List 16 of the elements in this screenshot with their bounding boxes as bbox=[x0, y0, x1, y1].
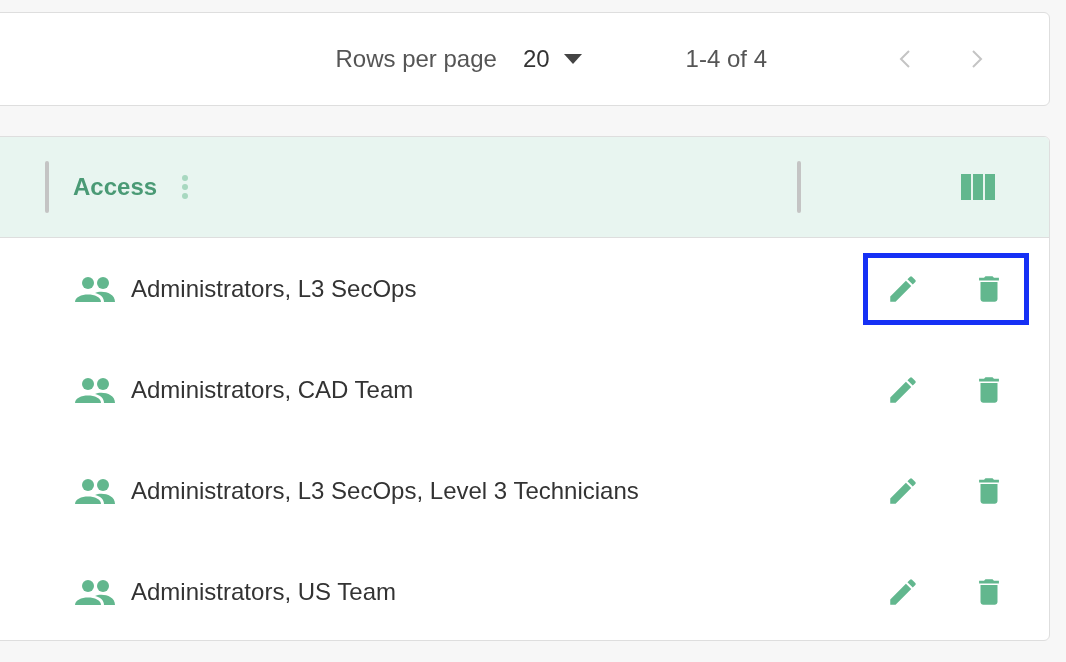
access-text: Administrators, L3 SecOps bbox=[131, 273, 417, 304]
access-text: Administrators, L3 SecOps, Level 3 Technicians bbox=[131, 475, 639, 506]
column-menu-icon[interactable] bbox=[181, 174, 190, 200]
access-text: Administrators, US Team bbox=[131, 576, 396, 607]
rows-per-page-label: Rows per page bbox=[335, 44, 497, 74]
group-icon bbox=[75, 275, 115, 302]
chevron-left-icon bbox=[899, 49, 911, 69]
caret-icon bbox=[563, 54, 582, 64]
page-range: 1-4 of 4 bbox=[685, 44, 767, 74]
chevron-right-icon bbox=[971, 49, 983, 69]
group-icon bbox=[75, 578, 115, 605]
group-icon bbox=[75, 477, 115, 504]
rows-per-page-select[interactable]: 20 bbox=[522, 41, 582, 77]
columns-icon[interactable] bbox=[961, 174, 995, 200]
access-text: Administrators, CAD Team bbox=[131, 374, 414, 405]
group-icon bbox=[75, 376, 115, 403]
